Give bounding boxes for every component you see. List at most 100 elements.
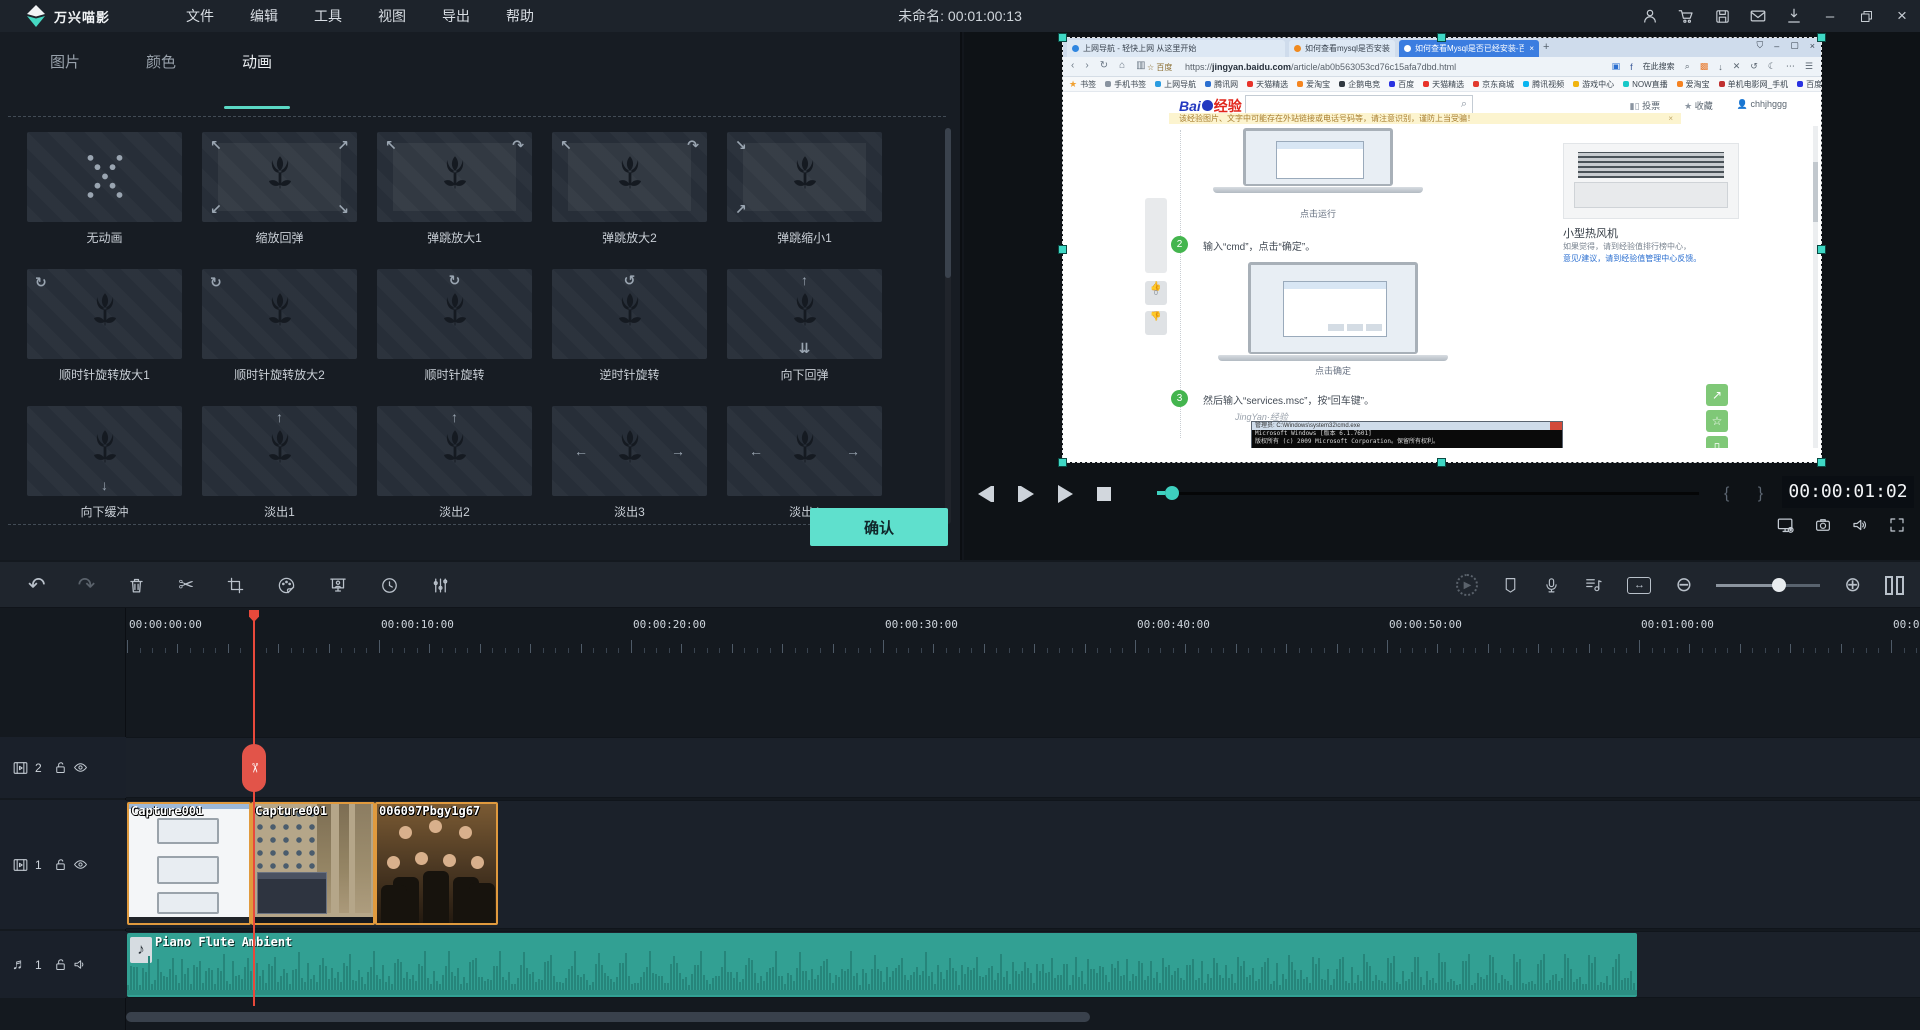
- project-title: 未命名: 00:01:00:13: [898, 6, 1022, 26]
- video-track-2-lane[interactable]: [126, 737, 1920, 798]
- confirm-button[interactable]: 确认: [810, 508, 948, 546]
- animation-item[interactable]: ←→淡出4: [727, 406, 882, 520]
- split-scissors-button[interactable]: ✂: [178, 576, 194, 595]
- record-voiceover-button[interactable]: [1543, 576, 1560, 595]
- mark-in-out-buttons[interactable]: { }: [1724, 478, 1775, 510]
- animation-item[interactable]: ↻顺时针旋转放大1: [27, 269, 182, 383]
- menu-list: 文件 编辑 工具 视图 导出 帮助: [168, 0, 552, 32]
- animation-item[interactable]: ↖↷弹跳放大1: [377, 132, 532, 246]
- preview-video-frame[interactable]: 上网导航 - 轻快上网 从这里开始如何查看mysql是否安装 - 搜狗搜索如何查…: [1063, 38, 1821, 462]
- track-view-toggle[interactable]: [1885, 576, 1904, 595]
- selection-handle-tc[interactable]: [1437, 33, 1446, 42]
- delete-button[interactable]: [127, 576, 146, 595]
- zoom-out-button[interactable]: ⊖: [1675, 575, 1692, 595]
- track-visibility-icon[interactable]: [72, 857, 89, 872]
- undo-button[interactable]: ↶: [28, 575, 46, 596]
- previous-frame-button[interactable]: [978, 486, 994, 502]
- seek-bar[interactable]: [1159, 492, 1699, 495]
- redo-button[interactable]: ↷: [78, 575, 96, 596]
- zoom-in-button[interactable]: ⊕: [1844, 575, 1861, 595]
- bookmark-item: 天猫精选: [1423, 79, 1464, 90]
- account-icon[interactable]: [1632, 0, 1668, 32]
- track-lock-icon[interactable]: [53, 957, 68, 972]
- selection-handle-br[interactable]: [1817, 458, 1826, 467]
- selection-handle-tl[interactable]: [1058, 33, 1067, 42]
- menu-edit[interactable]: 编辑: [232, 0, 296, 32]
- animation-item[interactable]: ↘↗弹跳缩小1: [727, 132, 882, 246]
- play-button[interactable]: [1058, 485, 1073, 503]
- animation-item[interactable]: ↖↷弹跳放大2: [552, 132, 707, 246]
- tab-picture[interactable]: 图片: [40, 32, 90, 94]
- animation-item[interactable]: ↓向下缓冲: [27, 406, 182, 520]
- animation-item[interactable]: ←→淡出3: [552, 406, 707, 520]
- timeline-playhead[interactable]: [253, 610, 255, 1006]
- selection-handle-tr[interactable]: [1817, 33, 1826, 42]
- next-frame-button[interactable]: [1018, 486, 1034, 502]
- save-icon[interactable]: [1704, 0, 1740, 32]
- color-palette-button[interactable]: [277, 576, 296, 595]
- video-track-icon: [12, 857, 29, 873]
- audio-mixer-button[interactable]: [1584, 576, 1603, 594]
- close-button[interactable]: ×: [1884, 0, 1920, 32]
- animation-item[interactable]: ↑淡出2: [377, 406, 532, 520]
- selection-handle-ml[interactable]: [1058, 245, 1067, 254]
- timeline-scrollbar[interactable]: [126, 1012, 1920, 1022]
- track-mute-icon[interactable]: [72, 957, 88, 972]
- browser-addressbar: ‹›↻⌂▥ ☆ 百度 https://jingyan.baidu.com/art…: [1063, 57, 1821, 77]
- app-logo-icon: [26, 5, 46, 27]
- animation-item[interactable]: ↑淡出1: [202, 406, 357, 520]
- animation-item[interactable]: ↺逆时针旋转: [552, 269, 707, 383]
- animation-item[interactable]: ↻顺时针旋转放大2: [202, 269, 357, 383]
- animation-item[interactable]: 无动画: [27, 132, 182, 246]
- seek-playhead[interactable]: [1165, 486, 1179, 500]
- selection-handle-bl[interactable]: [1058, 458, 1067, 467]
- article-image-cmd-window: 管理员: C:\Windows\system32\cmd.exe Microso…: [1251, 421, 1563, 448]
- timeline-scrollbar-thumb[interactable]: [126, 1012, 1090, 1022]
- minimize-button[interactable]: –: [1812, 0, 1848, 32]
- page-scrollbar: [1813, 126, 1818, 448]
- download-icon[interactable]: [1776, 0, 1812, 32]
- display-settings-icon[interactable]: [1776, 516, 1795, 535]
- fullscreen-icon[interactable]: [1888, 516, 1906, 535]
- volume-icon[interactable]: [1851, 516, 1869, 535]
- timeline-clip-3[interactable]: 006097Pbgy1g67: [375, 802, 498, 925]
- menu-tools[interactable]: 工具: [296, 0, 360, 32]
- animation-item[interactable]: ↑⇊向下回弹: [727, 269, 882, 383]
- zoom-slider-knob[interactable]: [1772, 578, 1786, 592]
- animation-item[interactable]: ↖↗↙↘缩放回弹: [202, 132, 357, 246]
- track-visibility-icon[interactable]: [72, 760, 89, 775]
- fit-timeline-button[interactable]: ↔: [1627, 577, 1651, 594]
- ruler-timestamp: 00:00:40:00: [1137, 618, 1210, 631]
- bookmark-item: 天猫精选: [1247, 79, 1288, 90]
- track-lock-icon[interactable]: [53, 760, 68, 775]
- speed-duration-button[interactable]: [380, 576, 399, 595]
- marker-button[interactable]: [1502, 576, 1519, 594]
- mail-icon[interactable]: [1740, 0, 1776, 32]
- menu-view[interactable]: 视图: [360, 0, 424, 32]
- timeline-ruler[interactable]: 00:00:00:0000:00:10:0000:00:20:0000:00:3…: [126, 610, 1920, 654]
- green-screen-button[interactable]: [328, 576, 348, 595]
- animation-item[interactable]: ↻顺时针旋转: [377, 269, 532, 383]
- audio-clip[interactable]: ♪ Piano Flute Ambient: [127, 933, 1637, 997]
- render-preview-button[interactable]: ▶: [1456, 574, 1478, 596]
- stop-button[interactable]: [1097, 487, 1111, 501]
- playhead-scissors-handle[interactable]: ✂: [242, 744, 266, 792]
- adjust-parameters-button[interactable]: [431, 576, 450, 595]
- selection-handle-bc[interactable]: [1437, 458, 1446, 467]
- browser-tab: 如何查看mysql是否安装 - 搜狗搜索: [1289, 40, 1395, 57]
- menu-help[interactable]: 帮助: [488, 0, 552, 32]
- timeline-zoom-slider[interactable]: [1716, 584, 1820, 587]
- store-cart-icon[interactable]: [1668, 0, 1704, 32]
- menu-export[interactable]: 导出: [424, 0, 488, 32]
- restore-button[interactable]: [1848, 0, 1884, 32]
- tab-animation[interactable]: 动画: [232, 32, 282, 94]
- tab-color[interactable]: 颜色: [136, 32, 186, 94]
- snapshot-camera-icon[interactable]: [1814, 516, 1832, 535]
- crop-button[interactable]: [226, 576, 245, 595]
- track-lock-icon[interactable]: [53, 857, 68, 872]
- selection-handle-mr[interactable]: [1817, 245, 1826, 254]
- timeline-clip-1[interactable]: Capture001: [127, 802, 251, 925]
- panel-scrollbar[interactable]: [945, 128, 951, 524]
- timeline-clip-2[interactable]: Capture001: [251, 802, 375, 925]
- menu-file[interactable]: 文件: [168, 0, 232, 32]
